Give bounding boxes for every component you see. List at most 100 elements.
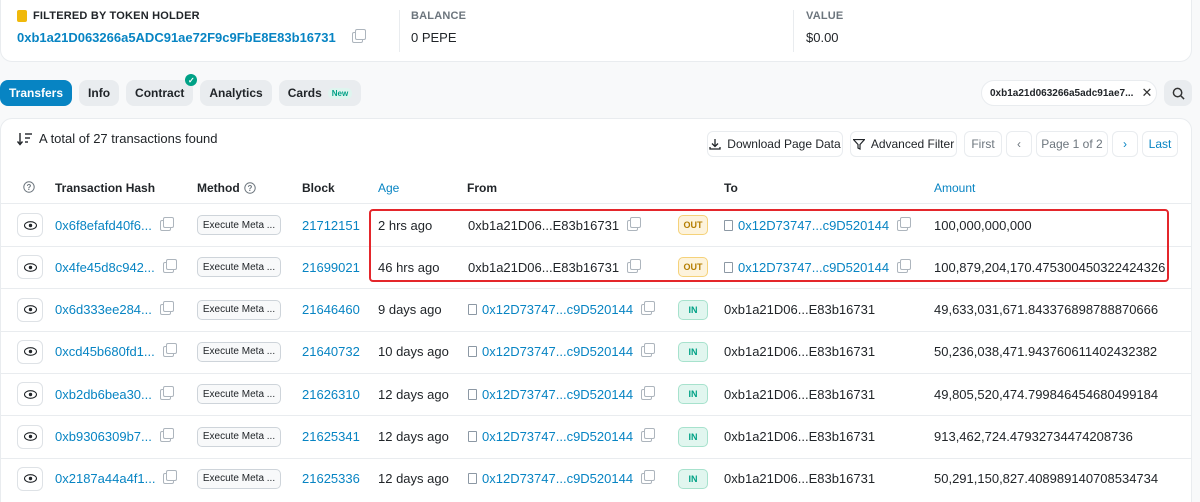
block-link[interactable]: 21699021 (302, 246, 360, 288)
close-icon[interactable]: ✕ (1141, 85, 1152, 101)
direction-cell: OUT (678, 204, 708, 246)
amount-text: 100,879,204,170.475300450322424326 (934, 259, 1166, 275)
tx-hash-text[interactable]: 0x6f8efafd40f6... (55, 218, 152, 233)
from-address[interactable]: 0x12D73747...c9D520144 (468, 331, 656, 373)
tx-hash-text[interactable]: 0x4fe45d8c942... (55, 260, 155, 275)
col-age-toggle[interactable]: Age (378, 181, 399, 195)
copy-icon[interactable] (627, 216, 642, 231)
first-page-button[interactable]: First (964, 131, 1002, 157)
tx-hash-link[interactable]: 0x6f8efafd40f6... (55, 204, 174, 246)
download-page-data-button[interactable]: Download Page Data (707, 131, 843, 157)
holder-address-text[interactable]: 0xb1a21D063266a5ADC91ae72F9c9FbE8E83b167… (17, 30, 336, 45)
to-address-text[interactable]: 0x12D73747...c9D520144 (738, 218, 889, 233)
block-link[interactable]: 21712151 (302, 204, 360, 246)
copy-icon[interactable] (159, 216, 174, 231)
search-button[interactable] (1164, 80, 1192, 106)
tx-hash-link[interactable]: 0x4fe45d8c942... (55, 246, 177, 288)
tx-hash-link[interactable]: 0xb2db6bea30... (55, 373, 174, 415)
prev-page-button[interactable]: ‹ (1006, 131, 1032, 157)
copy-icon[interactable] (159, 301, 174, 316)
tab-contract[interactable]: Contract ✓ (126, 74, 198, 106)
view-details-button[interactable] (17, 458, 43, 500)
last-page-button[interactable]: Last (1142, 131, 1178, 157)
col-amount-toggle[interactable]: Amount (934, 181, 975, 195)
advanced-filter-button[interactable]: Advanced Filter (850, 131, 957, 157)
copy-icon[interactable] (641, 301, 656, 316)
to-address-text[interactable]: 0x12D73747...c9D520144 (738, 260, 889, 275)
eye-icon[interactable] (17, 297, 43, 322)
copy-icon[interactable] (159, 428, 174, 442)
view-details-button[interactable] (17, 373, 43, 415)
copy-icon[interactable] (162, 258, 177, 273)
eye-icon[interactable] (17, 424, 43, 449)
from-address[interactable]: 0x12D73747...c9D520144 (468, 458, 656, 500)
from-address[interactable]: 0x12D73747...c9D520144 (468, 289, 656, 331)
tx-hash-link[interactable]: 0x6d333ee284... (55, 289, 174, 331)
question-circle-icon[interactable]: ? (243, 182, 256, 194)
to-address[interactable]: 0x12D73747...c9D520144 (724, 246, 912, 288)
tx-hash-link[interactable]: 0x2187a44a4f1... (55, 458, 178, 500)
tx-hash-text[interactable]: 0xb9306309b7... (55, 429, 152, 444)
copy-icon[interactable] (641, 428, 656, 442)
block-link[interactable]: 21640732 (302, 331, 360, 373)
tab-transfers[interactable]: Transfers (0, 80, 73, 106)
age-text: 10 days ago (378, 344, 449, 360)
address-filter-chip[interactable]: 0xb1a21d063266a5adc91ae7... ✕ (981, 80, 1157, 106)
to-address[interactable]: 0x12D73747...c9D520144 (724, 204, 912, 246)
help-icon[interactable]: ? (23, 181, 35, 193)
tx-hash-link[interactable]: 0xcd45b680fd1... (55, 331, 177, 373)
eye-icon[interactable] (17, 466, 43, 491)
holder-address[interactable]: 0xb1a21D063266a5ADC91ae72F9c9FbE8E83b167… (17, 29, 366, 45)
block-link[interactable]: 21625341 (302, 416, 360, 458)
eye-icon[interactable] (17, 339, 43, 364)
from-address-text[interactable]: 0x12D73747...c9D520144 (482, 387, 633, 402)
transfers-table-card: A total of 27 transactions found Downloa… (0, 118, 1192, 502)
copy-icon[interactable] (162, 343, 177, 358)
block-link[interactable]: 21625336 (302, 458, 360, 500)
view-details-button[interactable] (17, 416, 43, 458)
copy-icon[interactable] (159, 385, 174, 400)
table-row: 0xcd45b680fd1... Execute Meta ... 216407… (1, 331, 1191, 373)
tx-hash-text[interactable]: 0x2187a44a4f1... (55, 471, 155, 486)
chevron-right-icon: › (1123, 137, 1127, 151)
from-address[interactable]: 0x12D73747...c9D520144 (468, 416, 656, 458)
tx-hash-text[interactable]: 0xcd45b680fd1... (55, 344, 155, 359)
view-details-button[interactable] (17, 204, 43, 246)
tx-hash-text[interactable]: 0x6d333ee284... (55, 302, 152, 317)
block-link[interactable]: 21626310 (302, 373, 360, 415)
tab-analytics[interactable]: Analytics (200, 80, 272, 106)
next-page-button[interactable]: › (1112, 131, 1138, 157)
copy-icon[interactable] (641, 470, 656, 485)
copy-icon[interactable] (351, 29, 366, 43)
copy-icon[interactable] (897, 216, 912, 231)
download-label: Download Page Data (727, 137, 841, 151)
copy-icon[interactable] (897, 258, 912, 273)
tx-hash-text[interactable]: 0xb2db6bea30... (55, 387, 152, 402)
sort-icon (17, 132, 32, 146)
copy-icon[interactable] (641, 343, 656, 358)
age-text: 2 hrs ago (378, 217, 433, 233)
from-address-text[interactable]: 0x12D73747...c9D520144 (482, 344, 633, 359)
view-details-button[interactable] (17, 289, 43, 331)
block-link[interactable]: 21646460 (302, 289, 360, 331)
tx-hash-link[interactable]: 0xb9306309b7... (55, 416, 174, 458)
to-address-text: 0xb1a21D06...E83b16731 (724, 344, 876, 360)
age-text: 9 days ago (378, 302, 442, 318)
view-details-button[interactable] (17, 246, 43, 288)
filter-chip-text: 0xb1a21d063266a5adc91ae7... (990, 87, 1134, 99)
tab-cards[interactable]: Cards New (278, 80, 362, 106)
from-address[interactable]: 0x12D73747...c9D520144 (468, 373, 656, 415)
from-address-text[interactable]: 0x12D73747...c9D520144 (482, 302, 633, 317)
copy-icon[interactable] (163, 470, 178, 485)
tab-info[interactable]: Info (79, 80, 120, 106)
eye-icon[interactable] (17, 382, 43, 407)
from-address-text[interactable]: 0x12D73747...c9D520144 (482, 471, 633, 486)
eye-icon[interactable] (17, 255, 43, 280)
eye-icon[interactable] (17, 213, 43, 237)
table-row: 0xb9306309b7... Execute Meta ... 2162534… (1, 416, 1191, 458)
direction-cell: IN (678, 416, 708, 458)
from-address-text[interactable]: 0x12D73747...c9D520144 (482, 429, 633, 444)
view-details-button[interactable] (17, 331, 43, 373)
copy-icon[interactable] (627, 258, 642, 273)
copy-icon[interactable] (641, 385, 656, 400)
